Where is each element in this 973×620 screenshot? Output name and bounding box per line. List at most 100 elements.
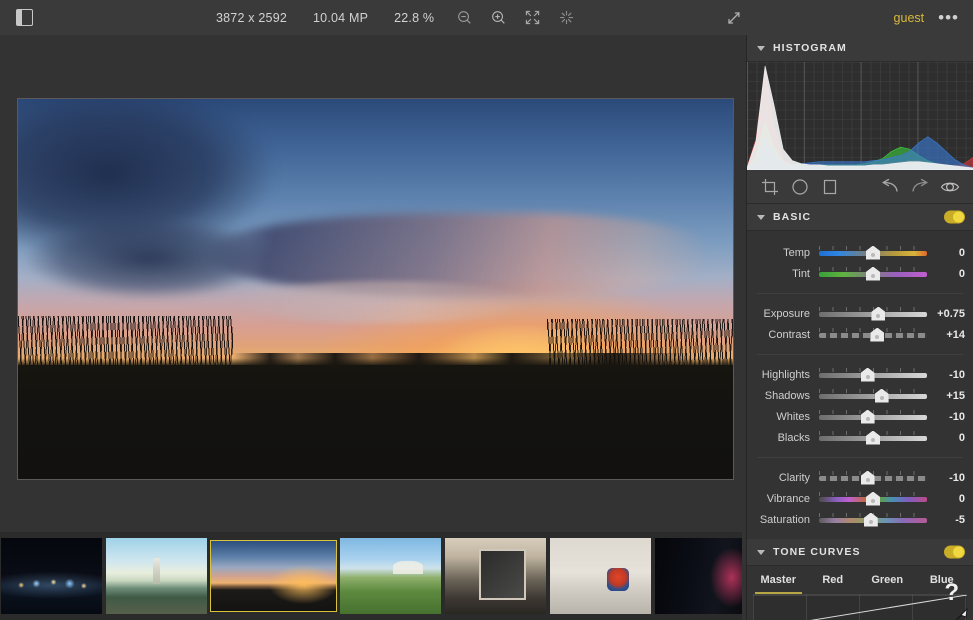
basic-section-header[interactable]: BASIC <box>747 204 973 231</box>
image-canvas[interactable] <box>0 35 742 532</box>
slider-label-temp: Temp <box>783 246 810 259</box>
tone-curve-tab-blue[interactable]: Blue <box>915 566 970 594</box>
thumbnail-exhibition-board[interactable] <box>445 538 546 614</box>
top-toolbar: 3872 x 2592 10.04 MP 22.8 % guest ••• <box>0 0 973 35</box>
tone-curves-body: Master Red Green Blue ? <box>747 566 973 620</box>
crop-tool-button[interactable] <box>755 174 785 200</box>
image-megapixels: 10.04 MP <box>313 10 369 25</box>
slider-value-blacks: 0 <box>958 431 965 444</box>
slider-exposure[interactable] <box>819 306 927 322</box>
slider-row-temp: Temp 0 <box>747 242 973 263</box>
slider-label-exposure: Exposure <box>763 307 810 320</box>
actual-size-icon <box>559 10 573 25</box>
photo-preview[interactable] <box>18 99 733 479</box>
slider-label-blacks: Blacks <box>777 431 810 444</box>
tone-curve-channel-tabs[interactable]: Master Red Green Blue <box>747 566 973 594</box>
thumbnail-city-night[interactable] <box>1 538 102 614</box>
slider-clarity[interactable] <box>819 470 927 486</box>
chevron-down-icon <box>757 45 765 51</box>
histogram-section-header[interactable]: HISTOGRAM <box>747 35 973 62</box>
slider-group: Temp 0 Tint 0 <box>747 239 973 287</box>
zoom-in-button[interactable] <box>481 3 515 33</box>
slider-temp[interactable] <box>819 245 927 261</box>
tone-curves-section-header[interactable]: TONE CURVES <box>747 539 973 566</box>
slider-contrast[interactable] <box>819 327 927 343</box>
undo-button[interactable] <box>875 174 905 200</box>
slider-label-contrast: Contrast <box>768 328 810 341</box>
thumbnail-wall-figure[interactable] <box>550 538 651 614</box>
image-dimensions: 3872 x 2592 <box>216 10 288 25</box>
slider-vibrance[interactable] <box>819 491 927 507</box>
preview-toggle-button[interactable] <box>935 174 965 200</box>
slider-track <box>819 393 927 399</box>
zoom-out-icon <box>457 11 471 24</box>
slider-shadows[interactable] <box>819 388 927 404</box>
slider-saturation[interactable] <box>819 512 927 528</box>
tone-curve-tab-master[interactable]: Master <box>751 566 806 594</box>
basic-sliders: Temp 0 Tint 0 Exposure +0.75 Contrast +14 Highli… <box>747 231 973 539</box>
preview-eye-icon <box>940 182 960 191</box>
slider-group: Clarity -10 Vibrance 0 Saturation -5 <box>747 464 973 533</box>
tone-curve-tab-green[interactable]: Green <box>860 566 915 594</box>
photo-editor-window: 3872 x 2592 10.04 MP 22.8 % guest ••• HI… <box>0 0 973 620</box>
basic-title: BASIC <box>773 211 812 223</box>
thumbnail-taj-mahal[interactable] <box>340 538 441 614</box>
image-info-group: 3872 x 2592 10.04 MP 22.8 % <box>203 3 583 33</box>
thumbnail-sunset-field[interactable] <box>210 540 337 612</box>
crop-tool-icon <box>762 178 778 195</box>
slider-row-shadows: Shadows +15 <box>747 385 973 406</box>
slider-row-tint: Tint 0 <box>747 263 973 284</box>
user-label[interactable]: guest <box>894 11 939 25</box>
filmstrip[interactable] <box>0 532 742 620</box>
zoom-out-button[interactable] <box>447 3 481 33</box>
thumbnail-image <box>211 541 336 611</box>
rectangle-mask-button[interactable] <box>815 174 845 200</box>
more-options-icon[interactable]: ••• <box>938 9 973 26</box>
thumbnail-image <box>106 538 207 614</box>
slider-group: Exposure +0.75 Contrast +14 <box>747 300 973 348</box>
histogram-chart <box>747 62 973 170</box>
tone-curves-enable-toggle[interactable] <box>944 545 965 559</box>
slider-tint[interactable] <box>819 266 927 282</box>
photo-image <box>18 99 733 479</box>
thumbnail-lighthouse[interactable] <box>106 538 207 614</box>
fit-to-screen-button[interactable] <box>515 3 549 33</box>
slider-label-whites: Whites <box>776 410 810 423</box>
slider-label-saturation: Saturation <box>759 513 810 526</box>
basic-enable-toggle[interactable] <box>944 210 965 224</box>
slider-row-contrast: Contrast +14 <box>747 324 973 345</box>
histogram-curves <box>747 65 973 170</box>
slider-row-blacks: Blacks 0 <box>747 427 973 448</box>
histogram-toolbar[interactable] <box>747 170 973 204</box>
slider-row-vibrance: Vibrance 0 <box>747 488 973 509</box>
ellipse-mask-button[interactable] <box>785 174 815 200</box>
slider-value-saturation: -5 <box>955 513 965 526</box>
slider-value-contrast: +14 <box>946 328 965 341</box>
slider-label-shadows: Shadows <box>764 389 810 402</box>
slider-whites[interactable] <box>819 409 927 425</box>
redo-button[interactable] <box>905 174 935 200</box>
ellipse-mask-icon <box>792 178 808 195</box>
slider-row-exposure: Exposure +0.75 <box>747 303 973 324</box>
slider-value-vibrance: 0 <box>958 492 965 505</box>
slider-row-saturation: Saturation -5 <box>747 509 973 530</box>
help-question-icon[interactable]: ? <box>944 581 959 605</box>
fit-to-screen-icon <box>525 10 539 25</box>
slider-blacks[interactable] <box>819 430 927 446</box>
tone-curve-tab-red[interactable]: Red <box>806 566 861 594</box>
slider-value-temp: 0 <box>958 246 965 259</box>
rectangle-mask-icon <box>823 179 837 194</box>
right-panel: HISTOGRAM BASIC Temp 0 Tint 0 Exposure +… <box>746 35 973 620</box>
tone-curve-graph[interactable] <box>753 594 967 620</box>
panel-toggle-button[interactable] <box>0 9 48 26</box>
foreground-field <box>18 358 733 479</box>
thumbnail-night-lights[interactable] <box>655 538 742 614</box>
slider-highlights[interactable] <box>819 367 927 383</box>
thumbnail-image <box>340 538 441 614</box>
fullscreen-icon <box>727 11 740 24</box>
undo-icon <box>881 178 898 192</box>
tone-curve-line <box>810 595 967 620</box>
thumbnail-image <box>550 538 651 614</box>
actual-size-button[interactable] <box>549 3 583 33</box>
fullscreen-button[interactable] <box>714 10 754 26</box>
